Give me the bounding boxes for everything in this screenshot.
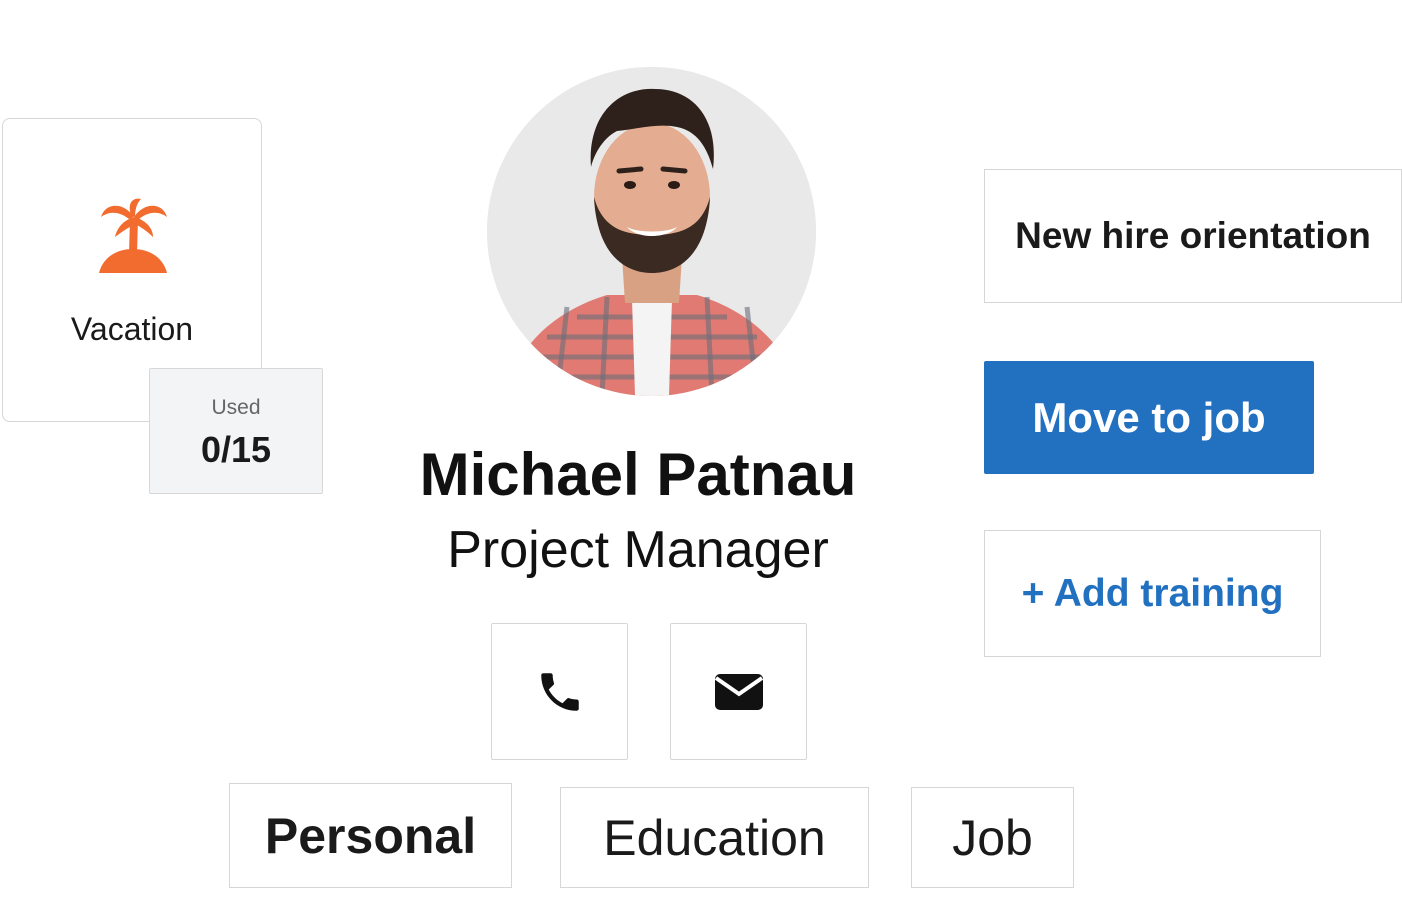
add-training-button[interactable]: + Add training (984, 530, 1321, 657)
move-to-job-button[interactable]: Move to job (984, 361, 1314, 474)
avatar (487, 67, 816, 396)
call-button[interactable] (491, 623, 628, 760)
envelope-icon (714, 673, 763, 710)
vacation-label: Vacation (70, 311, 194, 347)
profile-photo (487, 67, 816, 396)
tab-personal[interactable]: Personal (229, 783, 512, 888)
vacation-used-badge: Used 0/15 (149, 368, 323, 494)
new-hire-orientation-button[interactable]: New hire orientation (984, 169, 1402, 303)
used-value: 0/15 (200, 429, 272, 470)
used-label: Used (211, 396, 261, 419)
person-name: Michael Patnau (419, 441, 857, 508)
person-title: Project Manager (447, 521, 829, 579)
phone-icon (540, 672, 579, 711)
tab-education[interactable]: Education (560, 787, 869, 888)
palm-tree-icon (99, 198, 167, 273)
tab-job[interactable]: Job (911, 787, 1074, 888)
email-button[interactable] (670, 623, 807, 760)
